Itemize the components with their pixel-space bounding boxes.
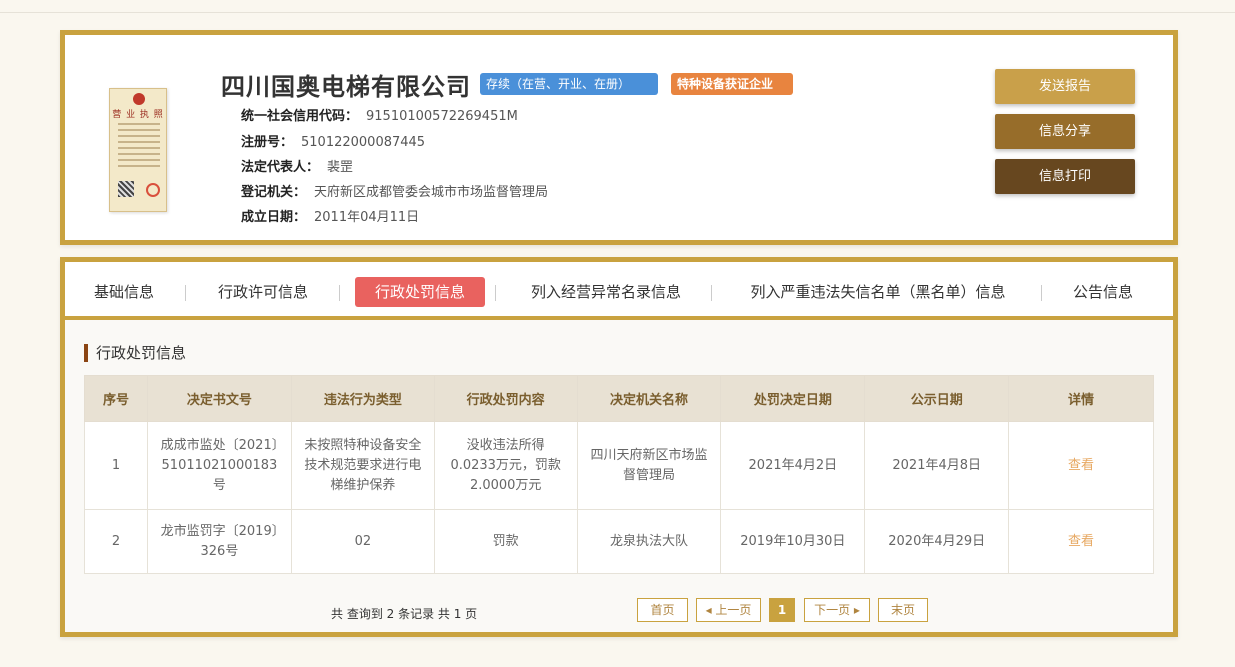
- field-label: 法定代表人：: [241, 160, 320, 175]
- tab-serious-violation-blacklist[interactable]: 列入严重违法失信名单（黑名单）信息: [738, 277, 1018, 307]
- national-emblem-icon: [133, 93, 145, 105]
- tab-administrative-license[interactable]: 行政许可信息: [211, 277, 315, 307]
- share-info-button[interactable]: 信息分享: [995, 114, 1135, 149]
- table-cell: 没收违法所得0.0233万元，罚款2.0000万元: [433, 421, 578, 510]
- info-panel: 基础信息 行政许可信息 行政处罚信息 列入经营异常名录信息 列入严重违法失信名单…: [60, 257, 1178, 637]
- registration-number-row: 注册号： 510122000087445: [241, 131, 425, 150]
- table-cell: 龙泉执法大队: [576, 509, 722, 574]
- field-value: 2011年04月11日: [314, 210, 420, 225]
- field-value: 裴罡: [327, 160, 354, 175]
- table-header-row: 序号 决定书文号 违法行为类型 行政处罚内容 决定机关名称 处罚决定日期 公示日…: [84, 375, 1154, 422]
- detail-cell: 查看: [1008, 509, 1154, 574]
- table-cell: 1: [84, 421, 148, 510]
- table-cell: 2019年10月30日: [720, 509, 866, 574]
- qr-code-icon: [118, 181, 134, 197]
- tab-administrative-penalty[interactable]: 行政处罚信息: [355, 277, 485, 307]
- tab-separator: [495, 285, 496, 301]
- column-header: 序号: [84, 375, 148, 422]
- column-header: 行政处罚内容: [433, 375, 578, 422]
- penalty-table: 序号 决定书文号 违法行为类型 行政处罚内容 决定机关名称 处罚决定日期 公示日…: [84, 375, 1154, 574]
- tab-separator: [339, 285, 340, 301]
- tab-abnormal-operation-list[interactable]: 列入经营异常名录信息: [523, 277, 689, 307]
- tab-separator: [711, 285, 712, 301]
- tab-separator: [1041, 285, 1042, 301]
- column-header: 决定书文号: [146, 375, 292, 422]
- table-cell: 罚款: [433, 509, 578, 574]
- table-cell: 2021年4月8日: [864, 421, 1010, 510]
- table-cell: 2: [84, 509, 148, 574]
- table-cell: 02: [290, 509, 435, 574]
- field-label: 成立日期：: [241, 210, 307, 225]
- field-label: 统一社会信用代码：: [241, 109, 359, 124]
- column-header: 决定机关名称: [576, 375, 722, 422]
- column-header: 详情: [1008, 375, 1154, 422]
- table-row: 2 龙市监罚字〔2019〕326号 02 罚款 龙泉执法大队 2019年10月3…: [84, 509, 1154, 574]
- print-info-button[interactable]: 信息打印: [995, 159, 1135, 194]
- license-text-lines: [118, 123, 160, 171]
- table-cell: 成成市监处〔2021〕51011021000183号: [146, 421, 292, 510]
- column-header: 违法行为类型: [290, 375, 435, 422]
- tab-basic-info[interactable]: 基础信息: [89, 277, 159, 307]
- establishment-date-row: 成立日期： 2011年04月11日: [241, 206, 419, 225]
- field-label: 注册号：: [241, 135, 294, 150]
- table-cell: 龙市监罚字〔2019〕326号: [146, 509, 292, 574]
- credit-code-row: 统一社会信用代码： 91510100572269451M: [241, 105, 518, 124]
- top-divider: [0, 12, 1235, 13]
- tab-announcements[interactable]: 公告信息: [1068, 277, 1138, 307]
- company-name: 四川国奥电梯有限公司: [221, 73, 471, 101]
- field-label: 登记机关：: [241, 185, 307, 200]
- table-cell: 未按照特种设备安全技术规范要求进行电梯维护保养: [290, 421, 435, 510]
- first-page-button[interactable]: 首页: [637, 598, 688, 622]
- table-cell: 2021年4月2日: [720, 421, 866, 510]
- table-cell: 四川天府新区市场监督管理局: [576, 421, 722, 510]
- field-value: 天府新区成都管委会城市市场监督管理局: [314, 185, 549, 200]
- status-badge: 存续（在营、开业、在册）: [480, 73, 658, 95]
- field-value: 91510100572269451M: [366, 109, 518, 124]
- tab-bar: 基础信息 行政许可信息 行政处罚信息 列入经营异常名录信息 列入严重违法失信名单…: [65, 262, 1173, 320]
- company-card: 营 业 执 照 四川国奥电梯有限公司 存续（在营、开业、在册） 特种设备获证企业…: [60, 30, 1178, 245]
- view-detail-link[interactable]: 查看: [1068, 534, 1094, 549]
- legal-representative-row: 法定代表人： 裴罡: [241, 156, 353, 175]
- business-license-image: 营 业 执 照: [109, 88, 167, 212]
- last-page-button[interactable]: 末页: [878, 598, 928, 622]
- previous-page-button[interactable]: ◂ 上一页: [696, 598, 761, 622]
- column-header: 处罚决定日期: [720, 375, 866, 422]
- field-value: 510122000087445: [301, 135, 426, 150]
- table-cell: 2020年4月29日: [864, 509, 1010, 574]
- special-equipment-badge: 特种设备获证企业: [671, 73, 793, 95]
- registration-authority-row: 登记机关： 天府新区成都管委会城市市场监督管理局: [241, 181, 548, 200]
- official-stamp-icon: [146, 183, 160, 197]
- view-detail-link[interactable]: 查看: [1068, 458, 1094, 473]
- table-row: 1 成成市监处〔2021〕51011021000183号 未按照特种设备安全技术…: [84, 421, 1154, 510]
- send-report-button[interactable]: 发送报告: [995, 69, 1135, 104]
- record-summary: 共 查询到 2 条记录 共 1 页: [331, 607, 478, 621]
- current-page-button[interactable]: 1: [769, 598, 795, 622]
- detail-cell: 查看: [1008, 421, 1154, 510]
- column-header: 公示日期: [864, 375, 1010, 422]
- tab-separator: [185, 285, 186, 301]
- license-title: 营 业 执 照: [112, 110, 164, 120]
- section-title: 行政处罚信息: [84, 344, 186, 362]
- next-page-button[interactable]: 下一页 ▸: [804, 598, 870, 622]
